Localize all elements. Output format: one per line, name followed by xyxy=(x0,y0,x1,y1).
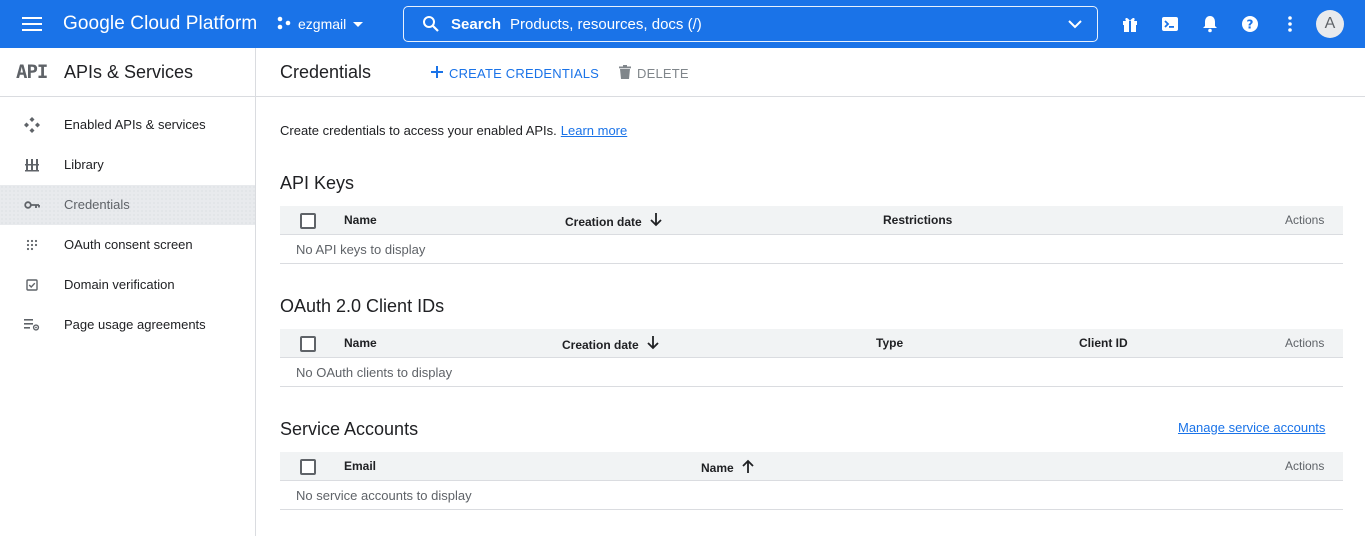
chevron-down-icon xyxy=(352,16,364,32)
service-accounts-heading: Service Accounts xyxy=(280,419,419,439)
column-actions: Actions xyxy=(1285,336,1325,350)
column-name[interactable]: Name xyxy=(344,336,377,350)
sidebar-item-domain-verification[interactable]: Domain verification xyxy=(0,265,255,305)
arrow-down-icon xyxy=(647,336,659,353)
project-icon xyxy=(276,15,292,34)
gift-icon[interactable] xyxy=(1118,12,1142,36)
oauth-heading: OAuth 2.0 Client IDs xyxy=(280,296,445,316)
sidebar-item-label: Page usage agreements xyxy=(64,317,206,332)
trash-icon xyxy=(619,64,631,82)
checkbox-icon xyxy=(23,276,41,294)
empty-state-text: No service accounts to display xyxy=(296,488,472,503)
api-keys-table: Name Creation date Restrictions Actions … xyxy=(280,206,1343,264)
learn-more-link[interactable]: Learn more xyxy=(561,123,627,138)
intro-description: Create credentials to access your enable… xyxy=(280,123,557,138)
menu-icon[interactable] xyxy=(12,4,52,44)
sidebar-item-credentials[interactable]: Credentials xyxy=(0,185,255,225)
page-header: Credentials CREATE CREDENTIALS DELETE xyxy=(256,48,1365,97)
select-all-checkbox[interactable] xyxy=(300,336,316,352)
column-actions: Actions xyxy=(1285,459,1325,473)
page-title: Credentials xyxy=(280,62,372,82)
table-row: No service accounts to display xyxy=(280,481,1343,510)
column-client-id[interactable]: Client ID xyxy=(1079,336,1128,350)
sidebar-item-oauth-consent[interactable]: OAuth consent screen xyxy=(0,225,255,265)
sidebar-item-label: Enabled APIs & services xyxy=(64,117,206,132)
hub-icon xyxy=(23,116,41,134)
library-icon xyxy=(23,156,41,174)
create-credentials-button[interactable]: CREATE CREDENTIALS xyxy=(431,63,599,83)
sidebar-title: APIs & Services xyxy=(64,62,194,82)
plus-icon xyxy=(431,65,443,81)
notifications-icon[interactable] xyxy=(1198,12,1222,36)
project-name: ezgmail xyxy=(298,16,347,32)
arrow-down-icon xyxy=(650,213,662,230)
key-icon xyxy=(23,196,41,214)
help-icon[interactable]: ? xyxy=(1238,12,1262,36)
select-all-checkbox[interactable] xyxy=(300,459,316,475)
settings-list-icon xyxy=(23,316,41,334)
search-bar[interactable]: Search Products, resources, docs (/) xyxy=(403,6,1098,42)
column-name[interactable]: Name xyxy=(344,213,377,227)
sidebar: API APIs & Services Enabled APIs & servi… xyxy=(0,48,256,536)
sidebar-item-enabled-apis[interactable]: Enabled APIs & services xyxy=(0,105,255,145)
intro-text: Create credentials to access your enable… xyxy=(280,123,627,138)
api-keys-heading: API Keys xyxy=(280,173,355,193)
sidebar-item-page-usage[interactable]: Page usage agreements xyxy=(0,305,255,345)
column-actions: Actions xyxy=(1285,213,1325,227)
empty-state-text: No API keys to display xyxy=(296,242,426,257)
table-header: Name Creation date Restrictions Actions xyxy=(280,206,1343,235)
search-label: Search xyxy=(451,16,502,33)
table-header: Email Name Actions xyxy=(280,452,1343,481)
avatar[interactable]: A xyxy=(1316,10,1344,38)
dots-grid-icon xyxy=(23,236,41,254)
top-app-bar: Google Cloud Platform ezgmail Search Pro… xyxy=(0,0,1365,48)
cloud-shell-icon[interactable] xyxy=(1158,12,1182,36)
api-logo-icon: API xyxy=(16,61,48,83)
search-input[interactable]: Products, resources, docs (/) xyxy=(510,16,702,33)
more-vert-icon[interactable] xyxy=(1278,12,1302,36)
table-header: Name Creation date Type Client ID Action… xyxy=(280,329,1343,358)
column-creation-date-label: Creation date xyxy=(562,337,639,352)
service-accounts-table: Email Name Actions No service accounts t… xyxy=(280,452,1343,510)
empty-state-text: No OAuth clients to display xyxy=(296,365,453,380)
column-creation-date-label: Creation date xyxy=(565,214,642,229)
sidebar-item-label: Credentials xyxy=(64,197,130,212)
sidebar-header: API APIs & Services xyxy=(0,48,255,97)
brand-title[interactable]: Google Cloud Platform xyxy=(63,13,257,35)
column-name[interactable]: Name xyxy=(701,459,754,476)
search-icon xyxy=(422,15,440,38)
search-expand-icon[interactable] xyxy=(1067,16,1083,37)
project-selector[interactable]: ezgmail xyxy=(276,12,364,36)
oauth-table: Name Creation date Type Client ID Action… xyxy=(280,329,1343,387)
column-creation-date[interactable]: Creation date xyxy=(562,336,659,353)
delete-button[interactable]: DELETE xyxy=(619,63,689,83)
column-name-label: Name xyxy=(701,460,734,475)
column-email[interactable]: Email xyxy=(344,459,376,473)
sidebar-item-label: OAuth consent screen xyxy=(64,237,193,252)
column-creation-date[interactable]: Creation date xyxy=(565,213,662,230)
manage-service-accounts-link[interactable]: Manage service accounts xyxy=(1178,420,1325,435)
delete-label: DELETE xyxy=(637,65,689,81)
sidebar-item-library[interactable]: Library xyxy=(0,145,255,185)
table-row: No OAuth clients to display xyxy=(280,358,1343,387)
column-type[interactable]: Type xyxy=(876,336,903,350)
create-credentials-label: CREATE CREDENTIALS xyxy=(449,65,599,81)
arrow-up-icon xyxy=(742,459,754,476)
sidebar-item-label: Domain verification xyxy=(64,277,175,292)
table-row: No API keys to display xyxy=(280,235,1343,264)
column-restrictions[interactable]: Restrictions xyxy=(883,213,952,227)
select-all-checkbox[interactable] xyxy=(300,213,316,229)
sidebar-item-label: Library xyxy=(64,157,104,172)
svg-text:?: ? xyxy=(1247,18,1254,32)
